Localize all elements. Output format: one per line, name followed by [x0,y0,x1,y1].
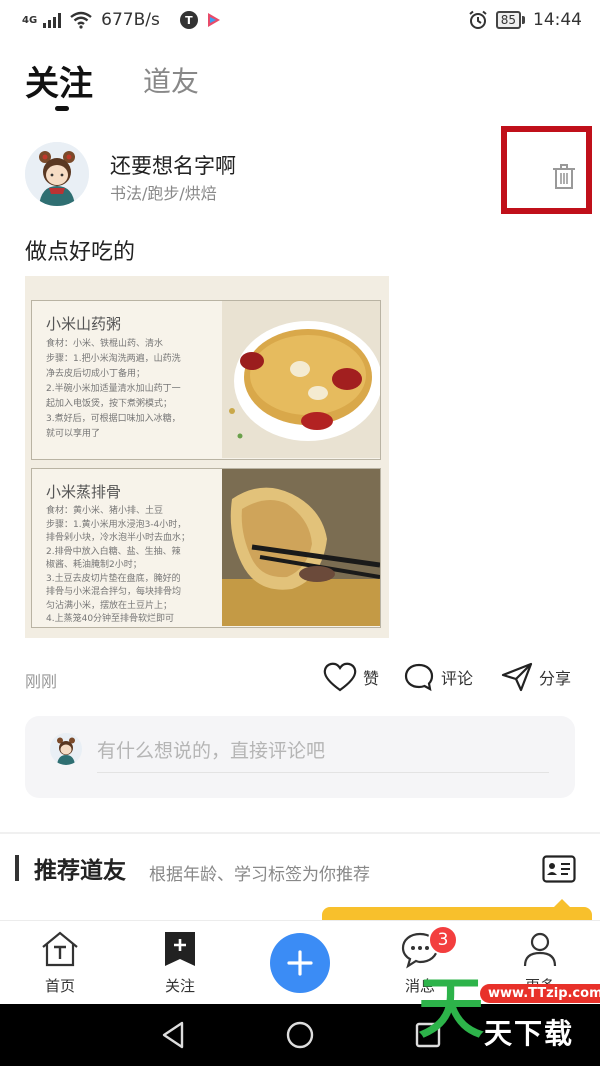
back-icon[interactable] [158,1020,188,1050]
watermark-big-char: 天 [418,970,484,1047]
comment-box[interactable]: 有什么想说的，直接评论吧 [25,716,575,798]
nav-label-follow: 关注 [164,977,195,995]
post-actions: 刚刚 赞 评论 分享 [25,660,575,696]
ribs-photo [222,469,380,626]
home-circle-icon[interactable] [285,1020,315,1050]
recipe-card: 小米山药粥 食材：小米、铁棍山药、清水 步骤：1.把小米淘洗两遍，山药洗 净去皮… [31,300,381,460]
id-card-icon[interactable] [542,855,576,883]
clock: 14:44 [533,10,582,30]
comment-input[interactable]: 有什么想说的，直接评论吧 [97,736,325,763]
section-marker [15,855,19,881]
status-bar: 4G 677B/s T 85 14:44 [0,0,600,40]
post-time: 刚刚 [25,672,58,691]
share-button[interactable]: 分享 [501,662,571,692]
comment-input-underline [97,772,549,773]
like-label: 赞 [363,669,380,688]
post-image[interactable]: 小米山药粥 食材：小米、铁棍山药、清水 步骤：1.把小米淘洗两遍，山药洗 净去皮… [25,276,389,638]
trash-icon[interactable] [551,162,577,190]
recipe-title: 小米蒸排骨 [46,483,122,501]
alarm-icon [469,10,487,29]
unread-badge: 3 [428,925,458,955]
tooltip-popup [322,899,592,921]
user-icon [523,932,557,967]
tab-friends[interactable]: 道友 [143,60,199,100]
top-tabs: 关注 道友 [0,50,600,120]
section-divider [0,832,600,834]
recommend-title: 推荐道友 [34,858,126,884]
comment-bubble-icon [404,663,434,692]
share-icon [501,662,533,692]
app-notification-icon: T [179,11,198,29]
recommend-subtitle: 根据年龄、学习标签为你推荐 [149,865,370,885]
avatar [50,733,82,765]
nav-follow[interactable]: 关注 [140,929,220,1001]
network-type: 4G [22,14,38,26]
post-text: 做点好吃的 [25,240,136,265]
delete-highlight-box [501,126,592,214]
recipe-body: 食材：小米、铁棍山药、清水 步骤：1.把小米淘洗两遍，山药洗 净去皮后切成小丁备… [46,339,181,439]
heart-icon [323,662,357,692]
active-tab-indicator [55,106,69,111]
watermark: 天 www.TTzip.com 天下载 [418,974,600,1050]
watermark-text: 天下载 [484,1017,575,1050]
network-speed: 677B/s [101,10,160,30]
wifi-icon [70,11,92,29]
avatar[interactable] [25,142,89,206]
plus-icon [287,950,313,976]
tab-follow[interactable]: 关注 [25,56,93,105]
share-label: 分享 [539,669,572,688]
comment-button[interactable]: 评论 [403,662,473,692]
username[interactable]: 还要想名字啊 [110,150,236,180]
nav-home[interactable]: 首页 [20,929,100,1001]
nav-label-home: 首页 [44,977,75,995]
status-right: 85 14:44 [468,10,582,30]
recipe-card: 小米蒸排骨 食材：黄小米、猪小排、土豆 步骤：1.黄小米用水浸泡3-4小时， 排… [31,468,381,628]
bookmark-add-icon [165,932,195,966]
battery-icon: 85 [495,11,525,29]
like-button[interactable]: 赞 [323,662,379,692]
recipe-body: 食材：黄小米、猪小排、土豆 步骤：1.黄小米用水浸泡3-4小时， 排骨剁小块，冷… [46,506,191,624]
signal-icon [43,12,62,28]
watermark-url: www.TTzip.com [480,984,600,1003]
home-icon [42,931,78,967]
create-post-button[interactable] [270,933,330,993]
porridge-photo [222,301,380,458]
comment-label: 评论 [441,669,474,688]
battery-level: 85 [495,11,521,29]
user-tags: 书法/跑步/烘焙 [110,184,217,203]
video-app-icon [207,13,220,27]
post-header: 还要想名字啊 书法/跑步/烘焙 [25,142,575,208]
status-left: 4G 677B/s T [22,10,222,30]
recipe-title: 小米山药粥 [46,315,122,333]
